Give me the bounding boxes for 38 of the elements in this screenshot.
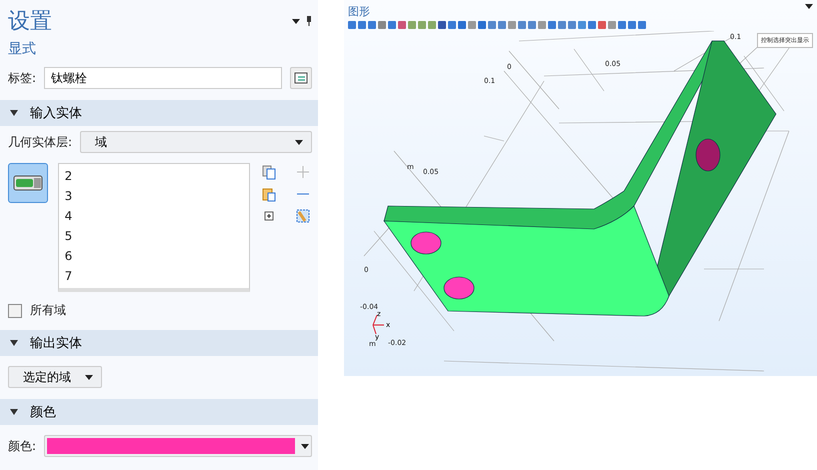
- color-label: 颜色:: [8, 438, 36, 454]
- clear-selection-icon[interactable]: [294, 207, 312, 225]
- caret-icon: [85, 374, 93, 380]
- pin-icon[interactable]: [306, 16, 312, 26]
- caret-icon: [292, 18, 300, 24]
- section-header[interactable]: 输出实体: [0, 330, 318, 356]
- caret-icon: [295, 140, 303, 144]
- comment-button[interactable]: [290, 67, 312, 89]
- expand-icon: [10, 110, 18, 116]
- label-field-label: 标签:: [8, 70, 36, 86]
- geometry-level-label: 几何实体层:: [8, 134, 72, 150]
- section-header[interactable]: 颜色: [0, 399, 318, 425]
- comment-icon: [294, 72, 308, 84]
- geometry-level-dropdown[interactable]: 域: [80, 131, 312, 153]
- output-entity-dropdown[interactable]: 选定的域: [8, 366, 102, 388]
- copy-icon[interactable]: [260, 163, 278, 181]
- list-item[interactable]: 5: [64, 226, 249, 246]
- color-dropdown[interactable]: [44, 435, 312, 457]
- expand-icon: [10, 409, 18, 415]
- label-input-field[interactable]: 钛螺栓: [44, 67, 282, 89]
- list-item[interactable]: 4: [64, 206, 249, 226]
- caret-icon: [301, 444, 309, 448]
- selection-toggle-icon: [12, 175, 43, 191]
- section-header[interactable]: 输入实体: [0, 100, 318, 126]
- expand-icon: [10, 340, 18, 346]
- add-icon[interactable]: [294, 163, 312, 181]
- checkbox[interactable]: [8, 304, 22, 318]
- axis-triad-icon: [372, 314, 384, 334]
- panel-title: 设置: [8, 8, 52, 36]
- list-item[interactable]: 7: [64, 266, 249, 286]
- list-item[interactable]: 3: [64, 186, 249, 206]
- list-item[interactable]: 6: [64, 246, 249, 266]
- selection-toggle-button[interactable]: [8, 163, 48, 203]
- list-item[interactable]: 2: [64, 166, 249, 186]
- caret-icon: [805, 4, 813, 9]
- graphics-title: 图形: [348, 4, 370, 19]
- panel-subtitle: 显式: [7, 40, 37, 59]
- checkbox-label: 所有域: [30, 302, 66, 319]
